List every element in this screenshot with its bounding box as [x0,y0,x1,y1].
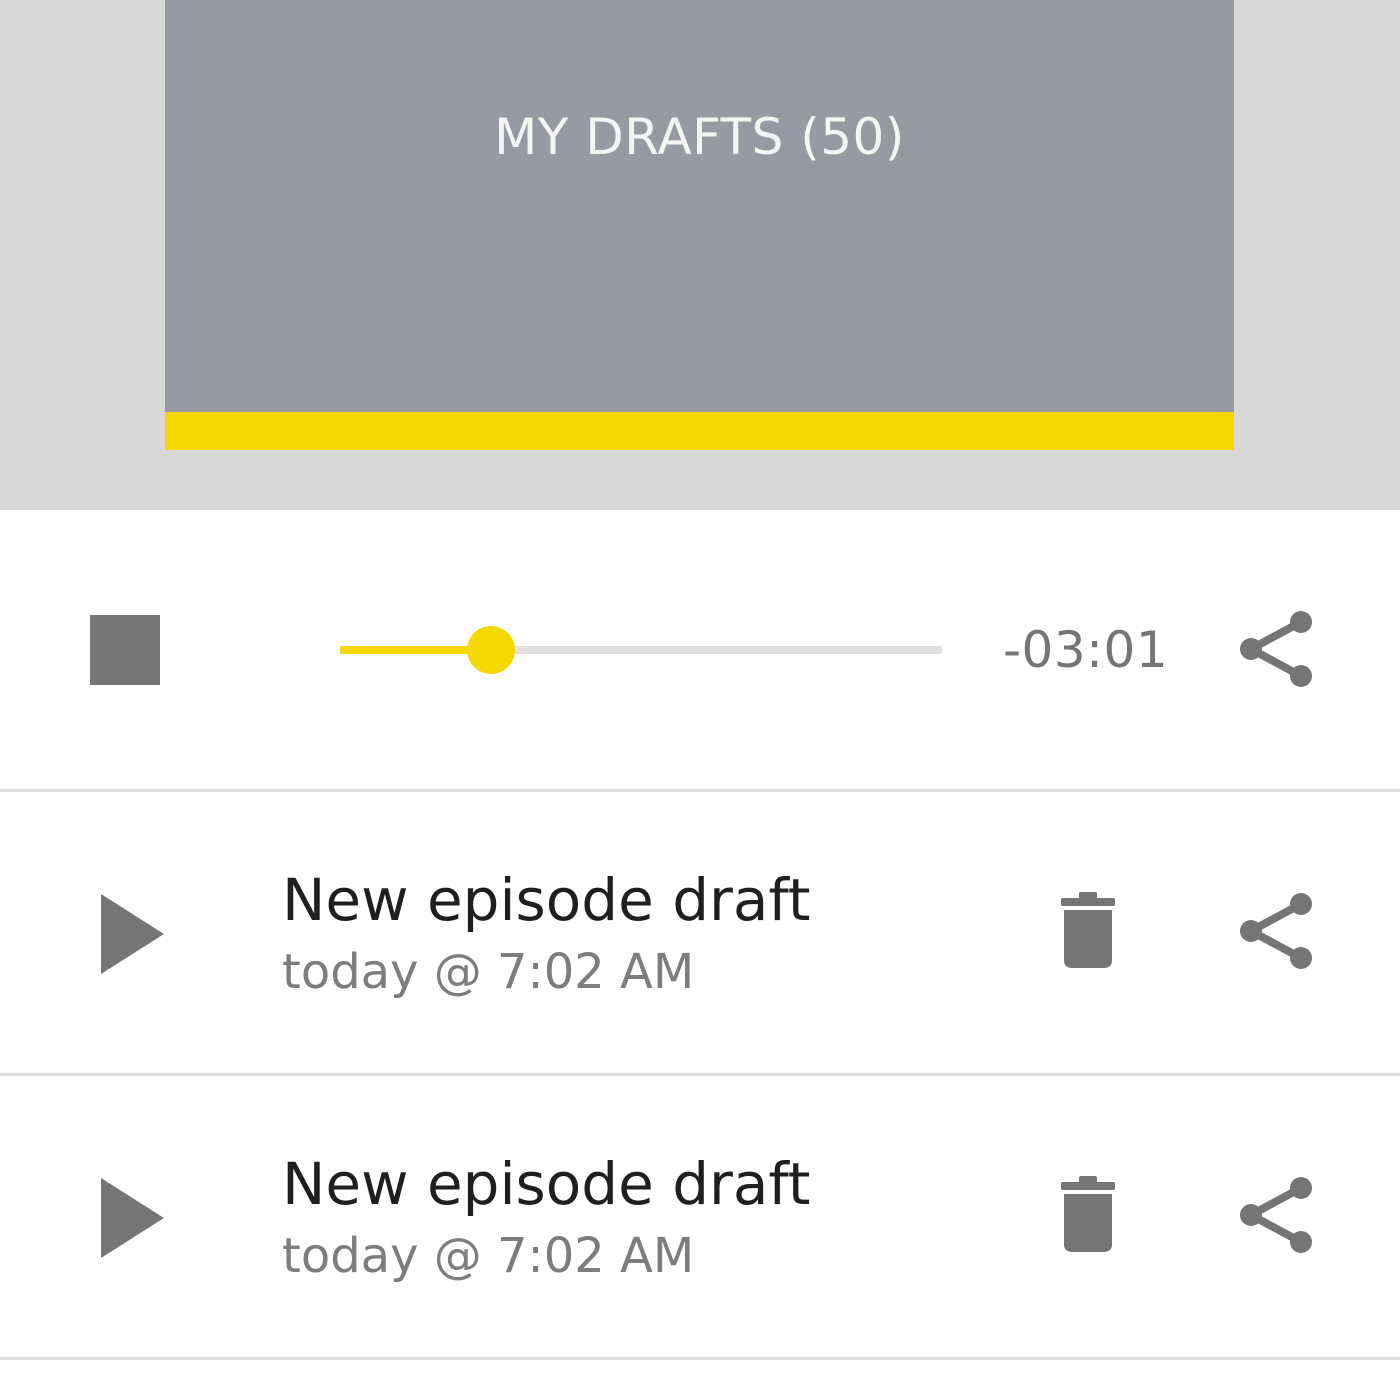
player-share-button[interactable] [1235,609,1315,689]
tab-my-drafts-label: MY DRAFTS (50) [494,108,905,166]
divider [0,1357,1400,1360]
play-button[interactable] [98,1178,168,1258]
play-icon [101,1178,164,1258]
draft-title: New episode draft [282,1150,811,1218]
draft-share-button[interactable] [1235,891,1315,971]
seek-thumb[interactable] [467,626,515,674]
list-item[interactable]: New episode draft today @ 7:02 AM [0,792,1400,1072]
share-icon [1240,611,1312,687]
stop-button[interactable] [90,615,160,685]
draft-timestamp: today @ 7:02 AM [282,944,695,1000]
trash-icon [1061,892,1115,968]
tab-my-drafts[interactable]: MY DRAFTS (50) [165,0,1234,412]
play-icon [101,894,164,974]
stop-icon [90,615,160,685]
share-icon [1240,893,1312,969]
now-playing-row: -03:01 [0,510,1400,790]
time-remaining: -03:01 [1003,621,1169,679]
play-button[interactable] [98,894,168,974]
seek-slider[interactable] [340,625,942,675]
draft-timestamp: today @ 7:02 AM [282,1228,695,1284]
draft-share-button[interactable] [1235,1175,1315,1255]
delete-button[interactable] [1055,892,1121,968]
share-icon [1240,1177,1312,1253]
list-item[interactable]: New episode draft today @ 7:02 AM [0,1076,1400,1356]
tab-selected-indicator [165,412,1234,450]
delete-button[interactable] [1055,1176,1121,1252]
tab-bar: MY DRAFTS (50) [0,0,1400,510]
draft-title: New episode draft [282,866,811,934]
trash-icon [1061,1176,1115,1252]
